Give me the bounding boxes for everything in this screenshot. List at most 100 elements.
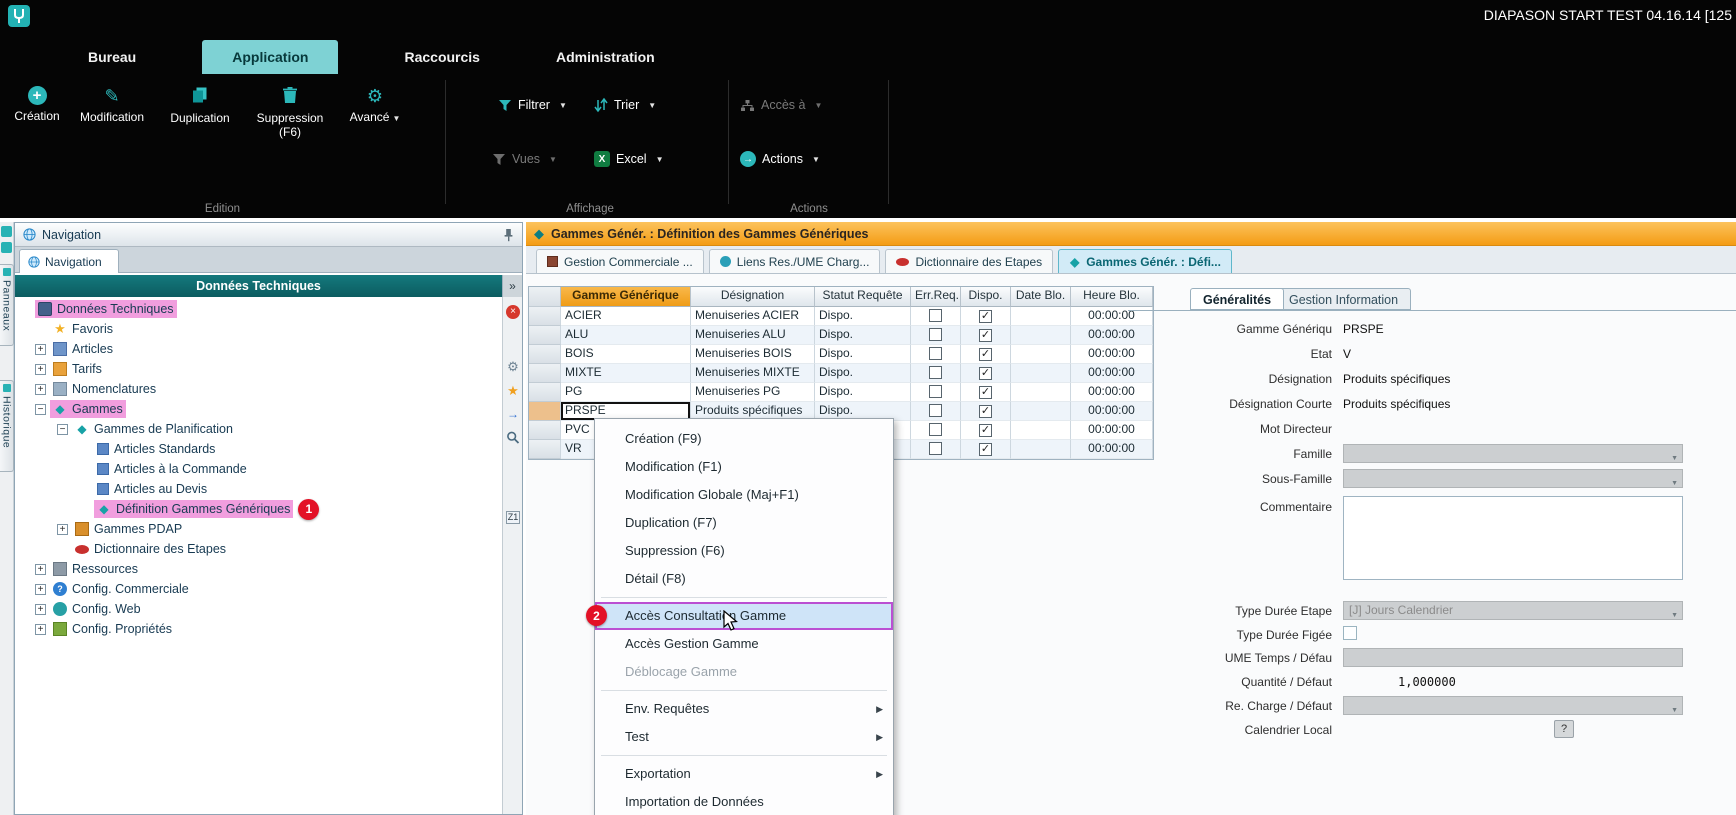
suppression-button[interactable]: Suppression (F6) xyxy=(244,82,336,156)
tab-gestion-information[interactable]: Gestion Information xyxy=(1276,288,1411,310)
row-selector[interactable] xyxy=(529,326,561,345)
sort-z-icon[interactable]: Z1 xyxy=(506,511,520,524)
tree-item-donnees-techniques[interactable]: Données Techniques xyxy=(15,299,501,319)
cell-designation[interactable]: Menuiseries ALU xyxy=(691,326,815,345)
cell-date-blo[interactable] xyxy=(1011,326,1071,345)
cell-gamme[interactable]: ALU xyxy=(561,326,691,345)
cell-statut[interactable]: Dispo. xyxy=(815,345,911,364)
menu-item-duplication[interactable]: Duplication (F7) xyxy=(595,509,893,537)
checkbox-unchecked-icon[interactable] xyxy=(929,347,942,360)
row-selector[interactable] xyxy=(529,440,561,459)
actions-button[interactable]: → Actions ▼ xyxy=(740,148,820,170)
cell-designation[interactable]: Menuiseries BOIS xyxy=(691,345,815,364)
cell-date-blo[interactable] xyxy=(1011,345,1071,364)
menu-item-importation-de-donnees[interactable]: Importation de Données xyxy=(595,788,893,815)
checkbox-checked-icon[interactable]: ✓ xyxy=(979,443,992,456)
checkbox-checked-icon[interactable]: ✓ xyxy=(979,367,992,380)
menu-item-suppression[interactable]: Suppression (F6) xyxy=(595,537,893,565)
tree-item-favoris[interactable]: ★Favoris xyxy=(15,319,501,339)
row-selector[interactable] xyxy=(529,383,561,402)
col-statut-requete[interactable]: Statut Requête xyxy=(815,287,911,307)
cell-statut[interactable]: Dispo. xyxy=(815,364,911,383)
cell-date-blo[interactable] xyxy=(1011,421,1071,440)
duplication-button[interactable]: Duplication xyxy=(156,82,244,156)
tree-item-articles-au-devis[interactable]: Articles au Devis xyxy=(15,479,501,499)
panel-toggle-icon[interactable] xyxy=(1,226,12,237)
tab-gammes-generiques[interactable]: ◆ Gammes Génér. : Défi... xyxy=(1058,249,1232,273)
calendrier-local-button[interactable]: ? xyxy=(1554,720,1574,738)
search-icon[interactable] xyxy=(506,431,520,444)
expander-plus-icon[interactable]: + xyxy=(35,624,46,635)
type-duree-etape-select[interactable]: [J] Jours Calendrier▼ xyxy=(1343,601,1683,620)
clear-filter-icon[interactable]: × xyxy=(506,305,520,319)
vues-button[interactable]: Vues ▼ xyxy=(492,148,557,170)
tree-item-definition-gammes-generiques[interactable]: ◆Définition Gammes Génériques 1 xyxy=(15,499,501,519)
grid-corner[interactable] xyxy=(529,287,561,307)
checkbox-unchecked-icon[interactable] xyxy=(929,404,942,417)
acces-a-button[interactable]: Accès à ▼ xyxy=(740,94,822,116)
checkbox-unchecked-icon[interactable] xyxy=(929,423,942,436)
tree-item-articles-standards[interactable]: Articles Standards xyxy=(15,439,501,459)
cell-designation[interactable]: Menuiseries MIXTE xyxy=(691,364,815,383)
checkbox-checked-icon[interactable]: ✓ xyxy=(979,329,992,342)
navigation-tab[interactable]: Navigation xyxy=(19,249,119,273)
menu-item-acces-consultation-gamme[interactable]: Accès Consultation Gamme 2 xyxy=(595,602,893,630)
re-charge-select[interactable]: ▼ xyxy=(1343,696,1683,715)
tab-raccourcis[interactable]: Raccourcis xyxy=(394,40,489,74)
table-row[interactable]: BOIS Menuiseries BOIS Dispo. ✓ 00:00:00 xyxy=(529,345,1153,364)
expander-plus-icon[interactable]: + xyxy=(35,384,46,395)
cell-date-blo[interactable] xyxy=(1011,307,1071,326)
cell-date-blo[interactable] xyxy=(1011,383,1071,402)
filtrer-button[interactable]: Filtrer ▼ xyxy=(498,94,567,116)
avance-button[interactable]: ⚙ Avancé▼ xyxy=(336,82,414,156)
checkbox-unchecked-icon[interactable] xyxy=(929,442,942,455)
menu-item-acces-gestion-gamme[interactable]: Accès Gestion Gamme xyxy=(595,630,893,658)
cell-gamme[interactable]: PG xyxy=(561,383,691,402)
pointer-icon[interactable]: → xyxy=(506,407,520,421)
checkbox-checked-icon[interactable]: ✓ xyxy=(979,348,992,361)
menu-item-creation[interactable]: Création (F9) xyxy=(595,425,893,453)
checkbox-checked-icon[interactable]: ✓ xyxy=(979,386,992,399)
menu-item-env-requetes[interactable]: Env. Requêtes▶ xyxy=(595,695,893,723)
table-row[interactable]: PG Menuiseries PG Dispo. ✓ 00:00:00 xyxy=(529,383,1153,402)
expand-panel-button[interactable]: » xyxy=(502,275,522,297)
favorites-icon[interactable]: ★ xyxy=(506,383,520,399)
cell-statut[interactable]: Dispo. xyxy=(815,307,911,326)
tab-generalites[interactable]: Généralités xyxy=(1190,288,1284,310)
expander-plus-icon[interactable]: + xyxy=(35,564,46,575)
row-selector[interactable] xyxy=(529,307,561,326)
settings-icon[interactable]: ⚙ xyxy=(506,359,520,375)
creation-button[interactable]: + Création xyxy=(6,82,68,156)
type-duree-figee-checkbox[interactable] xyxy=(1343,626,1357,640)
cell-date-blo[interactable] xyxy=(1011,440,1071,459)
modification-button[interactable]: ✎ Modification xyxy=(68,82,156,156)
tree-item-gammes-pdap[interactable]: + Gammes PDAP xyxy=(15,519,501,539)
tree-item-gammes[interactable]: − ◆Gammes xyxy=(15,399,501,419)
famille-select[interactable]: ▼ xyxy=(1343,444,1683,463)
tree-item-config-web[interactable]: + Config. Web xyxy=(15,599,501,619)
pin-icon[interactable] xyxy=(503,228,514,242)
expander-plus-icon[interactable]: + xyxy=(35,344,46,355)
tree-item-articles-a-la-commande[interactable]: Articles à la Commande xyxy=(15,459,501,479)
tree-item-nomenclatures[interactable]: + Nomenclatures xyxy=(15,379,501,399)
checkbox-checked-icon[interactable]: ✓ xyxy=(979,424,992,437)
menu-item-modification[interactable]: Modification (F1) xyxy=(595,453,893,481)
cell-designation[interactable]: Menuiseries PG xyxy=(691,383,815,402)
sous-famille-select[interactable]: ▼ xyxy=(1343,469,1683,488)
tree-item-articles[interactable]: + Articles xyxy=(15,339,501,359)
cell-gamme[interactable]: BOIS xyxy=(561,345,691,364)
tab-liens-res-ume[interactable]: Liens Res./UME Charg... xyxy=(709,249,881,273)
tree-item-config-proprietes[interactable]: + Config. Propriétés xyxy=(15,619,501,639)
checkbox-checked-icon[interactable]: ✓ xyxy=(979,310,992,323)
cell-statut[interactable]: Dispo. xyxy=(815,383,911,402)
historique-tab[interactable]: Historique xyxy=(0,380,14,472)
panel-toggle-icon[interactable] xyxy=(1,242,12,253)
table-row[interactable]: MIXTE Menuiseries MIXTE Dispo. ✓ 00:00:0… xyxy=(529,364,1153,383)
tree-item-ressources[interactable]: + Ressources xyxy=(15,559,501,579)
tree-item-dictionnaire-des-etapes[interactable]: Dictionnaire des Etapes xyxy=(15,539,501,559)
row-selector[interactable] xyxy=(529,421,561,440)
expander-plus-icon[interactable]: + xyxy=(35,364,46,375)
cell-date-blo[interactable] xyxy=(1011,364,1071,383)
row-selector[interactable] xyxy=(529,345,561,364)
cell-date-blo[interactable] xyxy=(1011,402,1071,421)
